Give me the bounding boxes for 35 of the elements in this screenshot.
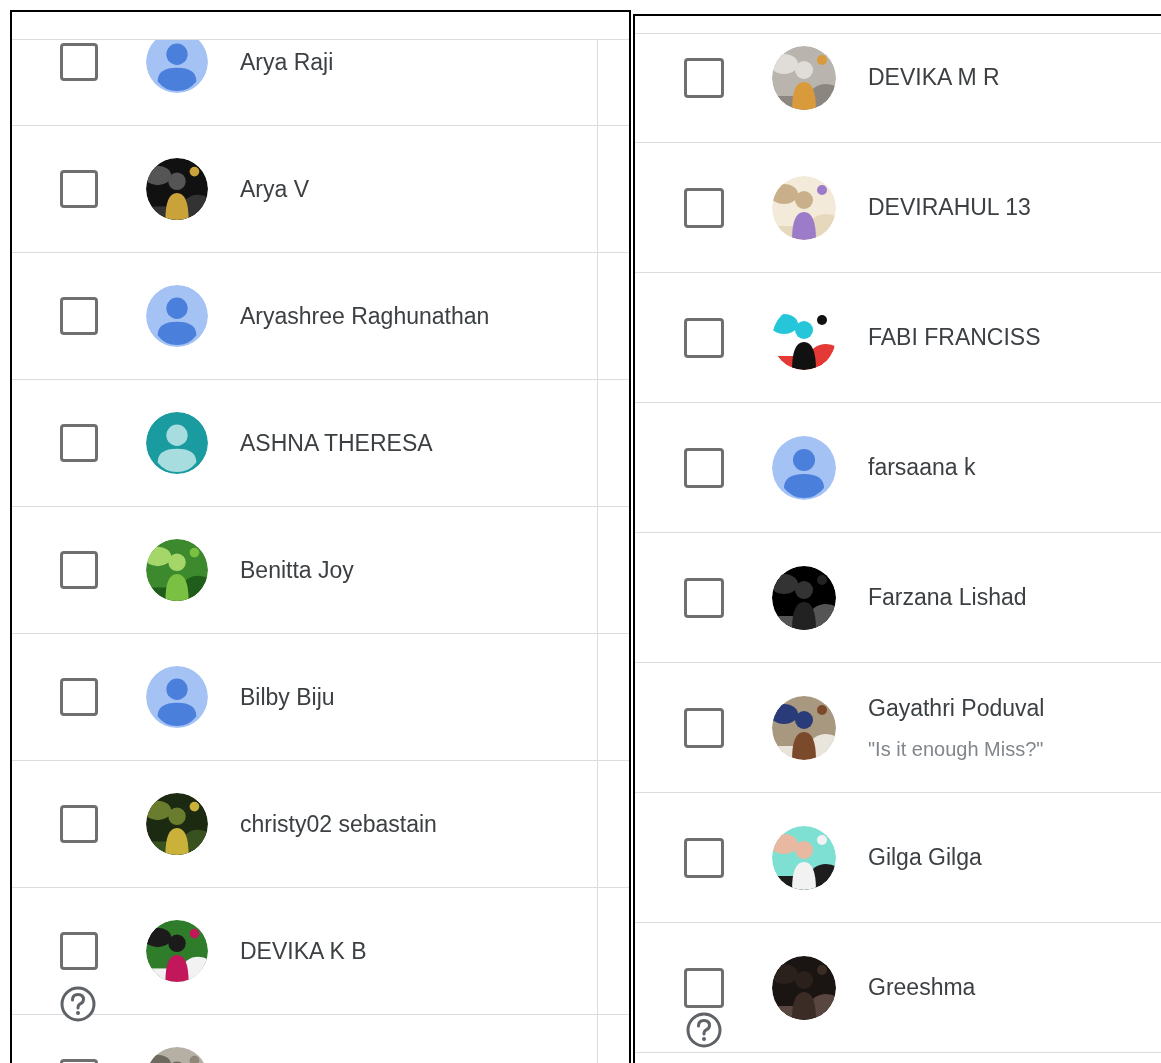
member-name: DEVIKA M R	[868, 63, 1000, 93]
checkbox[interactable]	[684, 837, 724, 878]
checkbox[interactable]	[60, 170, 98, 208]
member-name: Arya V	[240, 174, 310, 204]
member-name: ASHNA THERESA	[240, 428, 433, 458]
checkbox[interactable]	[684, 317, 724, 358]
help-icon[interactable]	[60, 986, 96, 1022]
member-name: DEVIRAHUL 13	[868, 193, 1031, 223]
checkbox[interactable]	[684, 57, 724, 98]
checkbox[interactable]	[60, 932, 98, 970]
checkbox[interactable]	[60, 551, 98, 589]
member-name: farsaana k	[868, 453, 976, 483]
member-name: Greeshma	[868, 973, 976, 1003]
checkbox[interactable]	[60, 424, 98, 462]
checkbox[interactable]	[684, 707, 724, 748]
member-name: Gayathri Poduval	[868, 694, 1045, 724]
checkbox[interactable]	[684, 447, 724, 488]
checkbox[interactable]	[684, 187, 724, 228]
checkbox[interactable]	[684, 967, 724, 1008]
member-name: christy02 sebastain	[240, 809, 437, 839]
checkbox[interactable]	[60, 297, 98, 335]
member-name: Farzana Lishad	[868, 583, 1027, 613]
member-name: FABI FRANCISS	[868, 323, 1041, 353]
checkbox[interactable]	[684, 577, 724, 618]
member-name: Bilby Biju	[240, 682, 335, 712]
checkbox[interactable]	[60, 805, 98, 843]
member-name: Arya Raji	[240, 47, 334, 77]
status-text: "Is it enough Miss?"	[868, 736, 1045, 762]
member-name: Benitta Joy	[240, 555, 354, 585]
member-name: DEVIKA K B	[240, 936, 367, 966]
member-name: Aryashree Raghunathan	[240, 301, 490, 331]
checkbox[interactable]	[60, 678, 98, 716]
checkbox[interactable]	[60, 43, 98, 81]
help-icon[interactable]	[686, 1012, 722, 1048]
member-name: Gilga Gilga	[868, 843, 982, 873]
